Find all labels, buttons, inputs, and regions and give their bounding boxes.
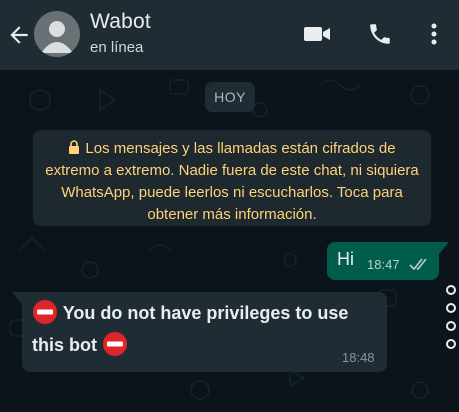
contact-name[interactable]: Wabot: [90, 10, 151, 34]
no-entry-icon: [33, 300, 57, 324]
scroll-dot: [446, 321, 456, 331]
encryption-notice-text: Los mensajes y las llamadas están cifrad…: [45, 140, 419, 223]
chat-screen: Wabot en línea HOY Los mensajes y las ll…: [0, 0, 459, 412]
bubble-tail: [439, 242, 449, 254]
bubble-tail: [12, 292, 22, 304]
lock-icon: [69, 140, 80, 154]
double-check-icon: [409, 258, 427, 271]
no-entry-icon: [103, 332, 128, 356]
avatar-icon: [41, 21, 73, 53]
scroll-dot: [446, 339, 456, 349]
message-time: 18:47: [367, 257, 400, 272]
message-text: You do not have privileges to use this b…: [32, 297, 377, 361]
more-vert-icon[interactable]: [424, 21, 444, 47]
incoming-message[interactable]: You do not have privileges to use this b…: [22, 292, 387, 372]
encryption-notice[interactable]: Los mensajes y las llamadas están cifrad…: [33, 130, 431, 226]
phone-icon[interactable]: [367, 21, 393, 47]
message-body: You do not have privileges to use this b…: [32, 303, 349, 355]
avatar[interactable]: [34, 11, 80, 57]
scroll-indicator[interactable]: [444, 285, 458, 349]
video-call-icon[interactable]: [302, 21, 332, 47]
back-arrow-icon[interactable]: [6, 22, 32, 48]
contact-status: en línea: [90, 39, 144, 56]
date-chip: HOY: [205, 82, 255, 112]
message-time: 18:48: [342, 350, 375, 365]
outgoing-message[interactable]: Hi 18:47: [327, 242, 439, 280]
scroll-dot: [446, 303, 456, 313]
scroll-dot: [446, 285, 456, 295]
chat-header: Wabot en línea: [0, 0, 459, 70]
message-text: Hi: [337, 249, 354, 269]
